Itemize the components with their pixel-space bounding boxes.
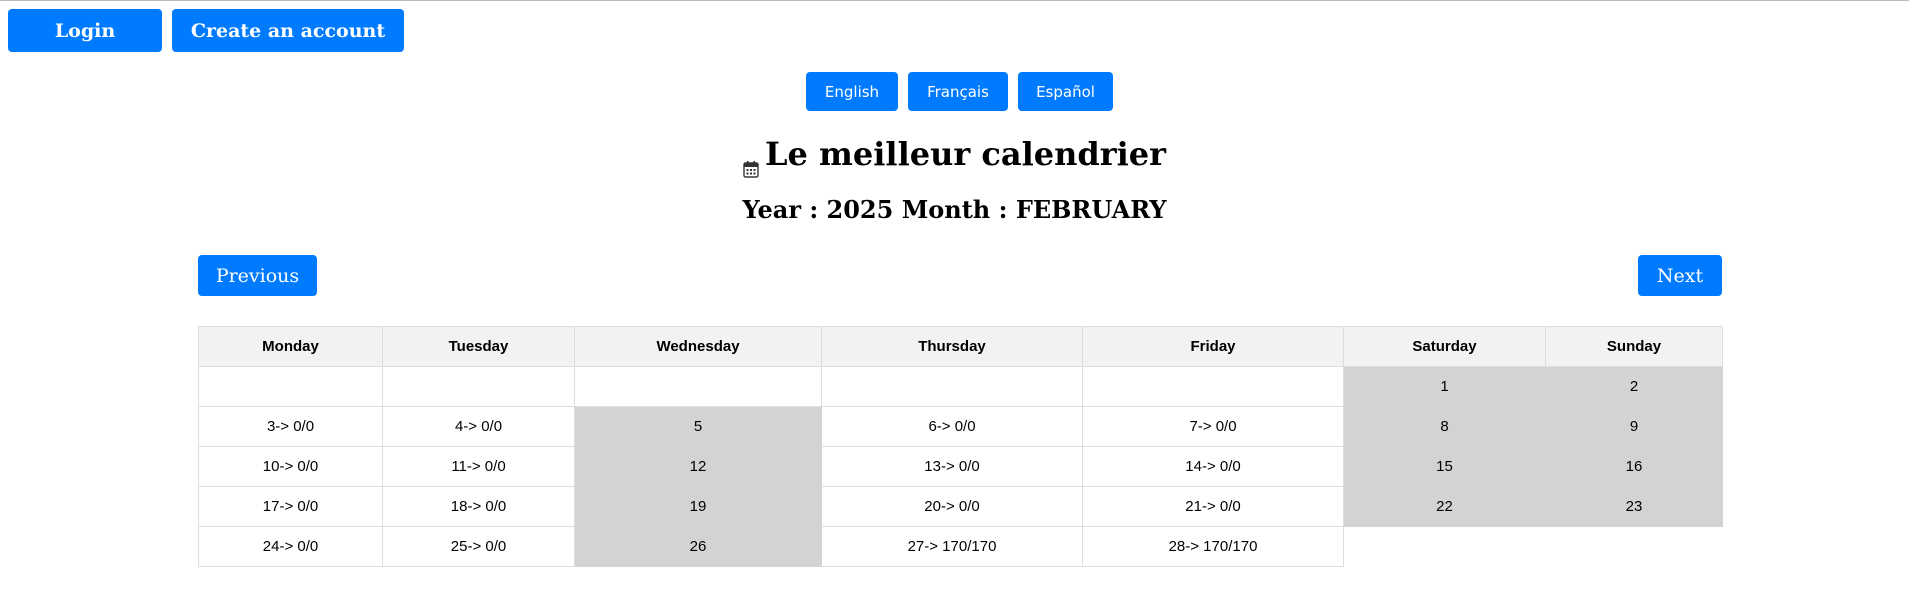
calendar-day-cell[interactable]: 14-> 0/0 xyxy=(1082,446,1344,487)
calendar-day-cell[interactable]: 24-> 0/0 xyxy=(198,526,383,567)
calendar-day-cell xyxy=(382,366,575,407)
weekday-header: Wednesday xyxy=(574,326,822,367)
calendar-day-cell[interactable]: 20-> 0/0 xyxy=(821,486,1083,527)
calendar-day-cell: 2 xyxy=(1545,366,1723,407)
weekday-header: Tuesday xyxy=(382,326,575,367)
calendar-day-cell[interactable]: 4-> 0/0 xyxy=(382,406,575,447)
create-account-button[interactable]: Create an account xyxy=(172,9,404,52)
calendar-day-cell[interactable]: 3-> 0/0 xyxy=(198,406,383,447)
calendar-day-cell xyxy=(1344,527,1546,567)
calendar-table: Monday Tuesday Wednesday Thursday Friday… xyxy=(198,326,1723,567)
calendar-day-cell[interactable]: 17-> 0/0 xyxy=(198,486,383,527)
calendar-day-cell: 5 xyxy=(574,406,822,447)
calendar-day-cell[interactable]: 27-> 170/170 xyxy=(821,526,1083,567)
weekday-header: Friday xyxy=(1082,326,1344,367)
calendar-day-cell[interactable]: 28-> 170/170 xyxy=(1082,526,1344,567)
calendar-day-cell: 26 xyxy=(574,526,822,567)
weekday-header: Thursday xyxy=(821,326,1083,367)
calendar-day-cell xyxy=(1546,527,1723,567)
calendar-day-cell[interactable]: 21-> 0/0 xyxy=(1082,486,1344,527)
calendar-day-cell[interactable]: 13-> 0/0 xyxy=(821,446,1083,487)
calendar-week-row: 24-> 0/0 25-> 0/0 26 27-> 170/170 28-> 170/1… xyxy=(198,526,1723,567)
weekday-header: Sunday xyxy=(1545,326,1723,367)
calendar-day-cell xyxy=(1082,366,1344,407)
calendar-week-row: 12 xyxy=(198,366,1723,407)
year-month-heading: Year : 2025 Month : FEBRUARY xyxy=(742,195,1167,224)
calendar-day-cell: 23 xyxy=(1545,486,1723,527)
calendar-week-row: 10-> 0/0 11-> 0/0 12 13-> 0/0 14-> 0/0 15 16 xyxy=(198,446,1723,487)
calendar-day-cell: 15 xyxy=(1343,446,1546,487)
calendar-day-cell[interactable]: 11-> 0/0 xyxy=(382,446,575,487)
calendar-day-cell: 19 xyxy=(574,486,822,527)
language-french-button[interactable]: Français xyxy=(908,72,1008,111)
calendar-day-cell: 8 xyxy=(1343,406,1546,447)
weekday-header: Saturday xyxy=(1343,326,1546,367)
previous-month-button[interactable]: Previous xyxy=(198,255,317,296)
calendar-day-cell: 22 xyxy=(1343,486,1546,527)
calendar-day-cell[interactable]: 7-> 0/0 xyxy=(1082,406,1344,447)
language-english-button[interactable]: English xyxy=(806,72,898,111)
calendar-day-cell[interactable]: 18-> 0/0 xyxy=(382,486,575,527)
calendar-day-cell xyxy=(821,366,1083,407)
calendar-day-cell: 16 xyxy=(1545,446,1723,487)
calendar-week-row: 17-> 0/0 18-> 0/0 19 20-> 0/0 21-> 0/0 22 23 xyxy=(198,486,1723,527)
calendar-day-cell[interactable]: 25-> 0/0 xyxy=(382,526,575,567)
calendar-day-cell xyxy=(198,366,383,407)
login-button[interactable]: Login xyxy=(8,9,162,52)
calendar-day-cell: 1 xyxy=(1343,366,1546,407)
weekday-header: Monday xyxy=(198,326,383,367)
calendar-day-cell[interactable]: 6-> 0/0 xyxy=(821,406,1083,447)
calendar-day-cell[interactable]: 10-> 0/0 xyxy=(198,446,383,487)
next-month-button[interactable]: Next xyxy=(1638,255,1722,296)
language-spanish-button[interactable]: Español xyxy=(1018,72,1113,111)
calendar-day-cell xyxy=(574,366,822,407)
top-divider xyxy=(0,0,1909,1)
calendar-day-cell: 9 xyxy=(1545,406,1723,447)
calendar-icon xyxy=(743,141,759,193)
page-title-row: Le meilleur calendrier xyxy=(0,128,1909,193)
calendar-day-cell: 12 xyxy=(574,446,822,487)
calendar-week-row: 3-> 0/0 4-> 0/0 5 6-> 0/0 7-> 0/0 8 9 xyxy=(198,406,1723,447)
page-title: Le meilleur calendrier xyxy=(765,135,1166,173)
calendar-header-row: Monday Tuesday Wednesday Thursday Friday… xyxy=(198,326,1723,367)
